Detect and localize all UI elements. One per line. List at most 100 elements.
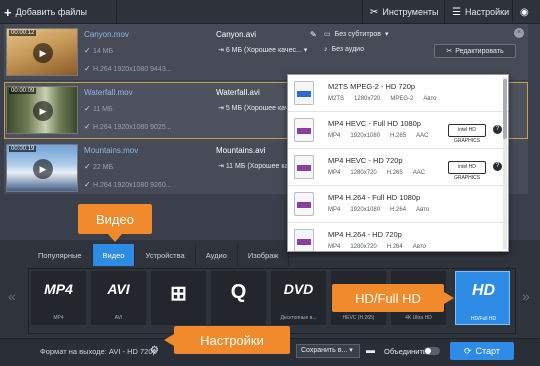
- remove-file-icon[interactable]: ×: [514, 28, 524, 38]
- format-hd[interactable]: HD HD/Full HD: [455, 271, 510, 325]
- hd-logo: HD: [471, 282, 496, 299]
- preset-title: MP4 HEVC - HD 720p: [328, 156, 403, 165]
- pencil-icon[interactable]: ✎: [310, 30, 317, 39]
- preset-specs: MP4 1280x720 H.265 AAC: [328, 170, 426, 176]
- video-thumbnail[interactable]: 00:00:09 ▶: [6, 86, 78, 134]
- tab-images[interactable]: Изображ: [238, 244, 290, 266]
- preset-item[interactable]: MP4 H.264 - HD 720p MP4 1280x720 H.264 Авто: [288, 223, 508, 251]
- subtitles-icon: ▭: [324, 31, 331, 38]
- help-icon[interactable]: ?: [493, 125, 502, 134]
- mp4-file-icon: [294, 118, 314, 142]
- callout-hd: HD/Full HD: [332, 284, 444, 312]
- audio-select[interactable]: ♪ Без аудио: [324, 46, 364, 53]
- tab-audio[interactable]: Аудио: [196, 244, 238, 266]
- mp4-file-icon: [294, 229, 314, 251]
- start-button[interactable]: ⟳ Старт: [450, 342, 514, 360]
- edit-button[interactable]: ✂ Редактировать: [434, 44, 516, 58]
- output-file-name[interactable]: Canyon.avi: [216, 30, 256, 39]
- check-icon: ✓: [84, 180, 93, 189]
- add-files-button[interactable]: + Добавить файлы: [4, 4, 87, 20]
- save-to-select[interactable]: Сохранить в... ▾: [296, 344, 360, 358]
- tools-button[interactable]: ✂ Инструменты: [370, 4, 439, 20]
- subtitles-select[interactable]: ▭ Без субтитров ▾: [324, 30, 389, 39]
- folder-icon[interactable]: ▬: [366, 345, 375, 355]
- tab-popular[interactable]: Популярные: [28, 244, 93, 266]
- preset-specs: MP4 1920x1080 H.264 Авто: [328, 207, 430, 213]
- scroll-right-icon[interactable]: »: [522, 288, 530, 304]
- output-size[interactable]: ⇥ 6 МБ (Хорошее качес... ▾: [218, 46, 307, 54]
- tools-label: Инструменты: [382, 7, 439, 17]
- file-name: Canyon.mov: [84, 30, 129, 39]
- settings-button[interactable]: ☰ Настройки: [452, 4, 509, 20]
- toolbar-divider: [362, 0, 363, 24]
- callout-arrow: [444, 292, 454, 304]
- duration-label: 00:00:09: [9, 88, 37, 94]
- file-size: ✓ 14 МБ: [84, 46, 114, 55]
- audio-icon: ♪: [324, 46, 328, 53]
- preset-item[interactable]: MP4 H.264 - Full HD 1080p MP4 1920x1080 H.…: [288, 186, 508, 223]
- scissors-icon: ✂: [446, 48, 453, 55]
- preset-dropdown: M2TS MPEG-2 - HD 720p M2TS 1280x720 MPEG-2…: [287, 74, 509, 252]
- file-codec-info: ✓ H.264 1920x1080 9260...: [84, 180, 172, 189]
- preset-title: MP4 H.264 - Full HD 1080p: [328, 193, 421, 202]
- intel-hd-badge: intel HD GRAPHICS: [448, 124, 486, 144]
- tab-devices[interactable]: Устройства: [135, 244, 196, 266]
- intel-hd-badge: intel HD GRAPHICS: [448, 161, 486, 181]
- add-files-label: Добавить файлы: [15, 7, 88, 17]
- preset-item[interactable]: M2TS MPEG-2 - HD 720p M2TS 1280x720 MPEG-2…: [288, 75, 508, 112]
- avi-logo: AVI: [107, 281, 130, 297]
- format-label: AVI: [114, 315, 123, 321]
- video-thumbnail[interactable]: 00:00:19 ▶: [6, 144, 78, 192]
- preset-title: M2TS MPEG-2 - HD 720p: [328, 82, 416, 91]
- callout-video: Видео: [78, 204, 152, 234]
- callout-arrow: [108, 234, 122, 242]
- preset-item[interactable]: MP4 HEVC - HD 720p MP4 1280x720 H.265 AAC i…: [288, 149, 508, 186]
- format-label: HEVC (H.265): [342, 315, 375, 321]
- output-file-name[interactable]: Waterfall.avi: [216, 88, 260, 97]
- help-icon[interactable]: ?: [493, 162, 502, 171]
- output-file-name[interactable]: Mountains.avi: [216, 146, 265, 155]
- video-thumbnail[interactable]: 00:00:12 ▶: [6, 28, 78, 76]
- scroll-left-icon[interactable]: «: [8, 288, 16, 304]
- settings-label: Настройки: [464, 7, 510, 17]
- play-icon[interactable]: ▶: [33, 43, 53, 63]
- dvd-logo: DVD: [283, 281, 314, 297]
- preset-specs: MP4 1280x720 H.264 Авто: [328, 244, 426, 250]
- preset-title: MP4 HEVC - Full HD 1080p: [328, 119, 421, 128]
- preset-specs: MP4 1920x1080 H.265 AAC: [328, 133, 429, 139]
- format-label: Десктопные в...: [280, 315, 317, 321]
- output-icon: ⇥: [218, 105, 226, 112]
- format-label: HD/Full HD: [470, 316, 497, 322]
- output-icon: ⇥: [218, 163, 226, 170]
- merge-toggle[interactable]: [424, 347, 440, 355]
- play-icon[interactable]: ▶: [33, 101, 53, 121]
- output-format-label: Формат на выходе: AVI - HD 720p: [40, 347, 157, 356]
- preset-item[interactable]: MP4 HEVC - Full HD 1080p MP4 1920x1080 H.2…: [288, 112, 508, 149]
- toolbar-divider: [116, 0, 117, 24]
- format-avi[interactable]: AVI AVI: [91, 271, 146, 325]
- format-wmv[interactable]: ⊞: [151, 271, 206, 325]
- dropdown-scrollbar[interactable]: [503, 77, 507, 249]
- account-button[interactable]: ◉: [520, 4, 529, 20]
- format-dvd[interactable]: DVD Десктопные в...: [271, 271, 326, 325]
- toolbar-divider: [512, 0, 513, 24]
- plus-icon: +: [4, 4, 12, 20]
- file-name: Waterfall.mov: [84, 88, 133, 97]
- file-size: ✓ 22 МБ: [84, 162, 114, 171]
- check-icon: ✓: [84, 46, 93, 55]
- duration-label: 00:00:19: [9, 146, 37, 152]
- format-label: 4K Ultra HD: [405, 315, 432, 321]
- user-icon: ◉: [520, 6, 529, 18]
- file-codec-info: ✓ H.264 1920x1080 9443...: [84, 64, 172, 73]
- mp4-file-icon: [294, 192, 314, 216]
- menu-icon: ☰: [452, 6, 461, 18]
- format-mp4[interactable]: MP4 MP4: [31, 271, 86, 325]
- format-mov[interactable]: Q: [211, 271, 266, 325]
- play-icon[interactable]: ▶: [33, 159, 53, 179]
- check-icon: ✓: [84, 104, 93, 113]
- file-row[interactable]: 00:00:12 ▶ Canyon.mov ✓ 14 МБ ✓ H.264 19…: [4, 24, 528, 81]
- tab-video[interactable]: Видео: [92, 244, 136, 266]
- gear-icon[interactable]: ⚙: [150, 345, 159, 356]
- output-icon: ⇥: [218, 47, 226, 54]
- check-icon: ✓: [84, 162, 93, 171]
